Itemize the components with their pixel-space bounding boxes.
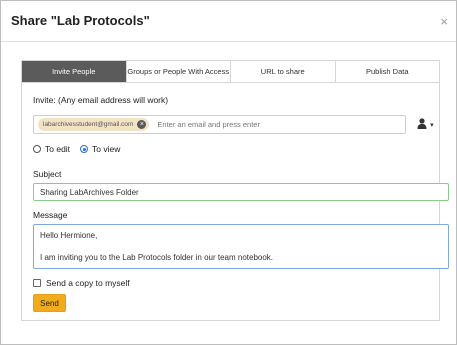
radio-label: To view [92,144,121,154]
radio-label: To edit [45,144,71,154]
radio-to-view[interactable]: To view [80,144,120,154]
tab-bar: Invite People Groups or People With Acce… [21,60,440,83]
invite-panel: Invite: (Any email address will work) la… [21,83,449,321]
send-copy-option[interactable]: Send a copy to myself [33,278,130,288]
message-line: Hello Hermione, [40,231,98,240]
radio-to-edit[interactable]: To edit [33,144,70,154]
send-copy-label: Send a copy to myself [46,278,130,288]
email-chip-text: labarchivesstudent@gmail.com [43,121,134,128]
radio-button[interactable] [33,145,41,153]
invite-email-box[interactable]: labarchivesstudent@gmail.com × [33,115,406,134]
tab-publish-data[interactable]: Publish Data [336,61,440,82]
subject-field[interactable]: Sharing LabArchives Folder [33,183,449,201]
send-copy-checkbox[interactable] [33,279,41,287]
send-button[interactable]: Send [33,294,66,312]
tab-url-to-share[interactable]: URL to share [231,61,336,82]
dialog-title: Share "Lab Protocols" [11,13,150,28]
share-dialog: Share "Lab Protocols" × Invite People Gr… [0,0,457,345]
permission-options: To edit To view [33,144,130,154]
subject-label: Subject [33,169,62,179]
remove-chip-icon[interactable]: × [137,120,147,129]
message-label: Message [33,210,68,220]
person-icon [417,118,427,129]
tab-groups-or-people-with-access[interactable]: Groups or People With Access [127,61,231,82]
message-line: I am inviting you to the Lab Protocols f… [40,253,274,262]
email-chip: labarchivesstudent@gmail.com × [38,118,150,131]
radio-button[interactable] [80,145,89,153]
close-icon[interactable]: × [440,14,448,29]
tab-invite-people[interactable]: Invite People [22,61,127,82]
contacts-dropdown[interactable]: ▾ [417,118,434,132]
invite-label: Invite: (Any email address will work) [33,95,169,105]
chevron-down-icon: ▾ [430,122,434,129]
dialog-header: Share "Lab Protocols" × [1,1,456,42]
email-input[interactable] [155,119,400,130]
message-field[interactable]: Hello Hermione, I am inviting you to the… [33,224,449,269]
